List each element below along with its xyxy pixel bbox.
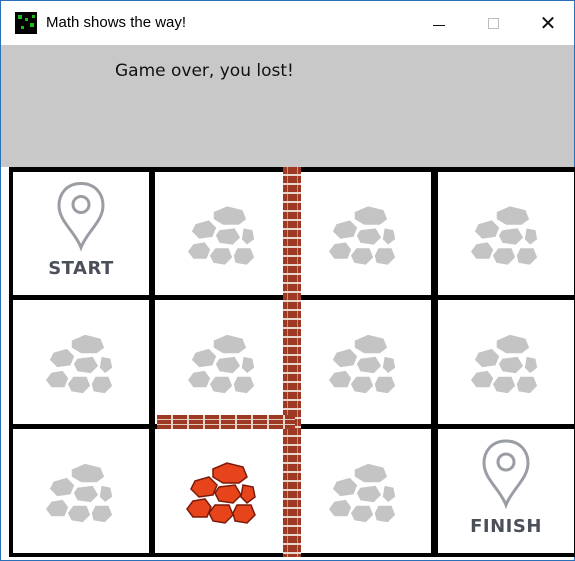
board-cell-stones-r1c3[interactable] (297, 172, 431, 295)
board-cell-stones-r1c4[interactable] (438, 172, 574, 295)
minimize-button[interactable] (413, 1, 465, 45)
board-cell-finish-r3c4[interactable]: FINISH (438, 429, 574, 553)
window-title: Math shows the way! (46, 14, 187, 31)
stones-icon (327, 462, 397, 524)
minimize-icon (433, 24, 445, 26)
board-cell-stones-r3c3[interactable] (297, 429, 431, 553)
stones-icon (186, 333, 256, 395)
board-cell-stones-r2c3[interactable] (297, 300, 431, 424)
brick-wall-vertical (283, 167, 301, 557)
stones-icon (186, 204, 256, 267)
board-cell-stones-r2c4[interactable] (438, 300, 574, 424)
stones-hit-icon (186, 462, 256, 524)
stones-icon (44, 462, 114, 524)
start-label: START (48, 258, 114, 279)
board-cell-stones-r2c2[interactable] (155, 300, 291, 424)
app-icon (15, 12, 37, 34)
board-cell-stones-r1c2[interactable] (155, 172, 291, 295)
stones-icon (327, 204, 397, 267)
close-icon: ✕ (539, 11, 557, 35)
stones-icon (469, 204, 539, 267)
close-button[interactable]: ✕ (522, 1, 574, 45)
status-panel: Game over, you lost! (1, 45, 574, 167)
game-window: Math shows the way! ✕ Game over, you los… (0, 0, 575, 561)
maximize-button[interactable] (467, 1, 519, 45)
brick-wall-horizontal (157, 415, 295, 429)
title-bar: Math shows the way! ✕ (1, 1, 574, 45)
board-cell-stones-r3c1[interactable] (13, 429, 149, 553)
location-pin-icon (57, 182, 105, 249)
stones-icon (327, 333, 397, 395)
location-pin-icon (482, 439, 530, 507)
game-board: START FINISH (9, 167, 575, 557)
board-cell-stones-hit-r3c2[interactable] (155, 429, 291, 553)
board-cell-start-r1c1[interactable]: START (13, 172, 149, 295)
stones-icon (44, 333, 114, 395)
maximize-icon (487, 17, 499, 29)
stones-icon (469, 333, 539, 395)
game-status-message: Game over, you lost! (115, 61, 294, 81)
board-cell-stones-r2c1[interactable] (13, 300, 149, 424)
finish-label: FINISH (470, 516, 542, 537)
